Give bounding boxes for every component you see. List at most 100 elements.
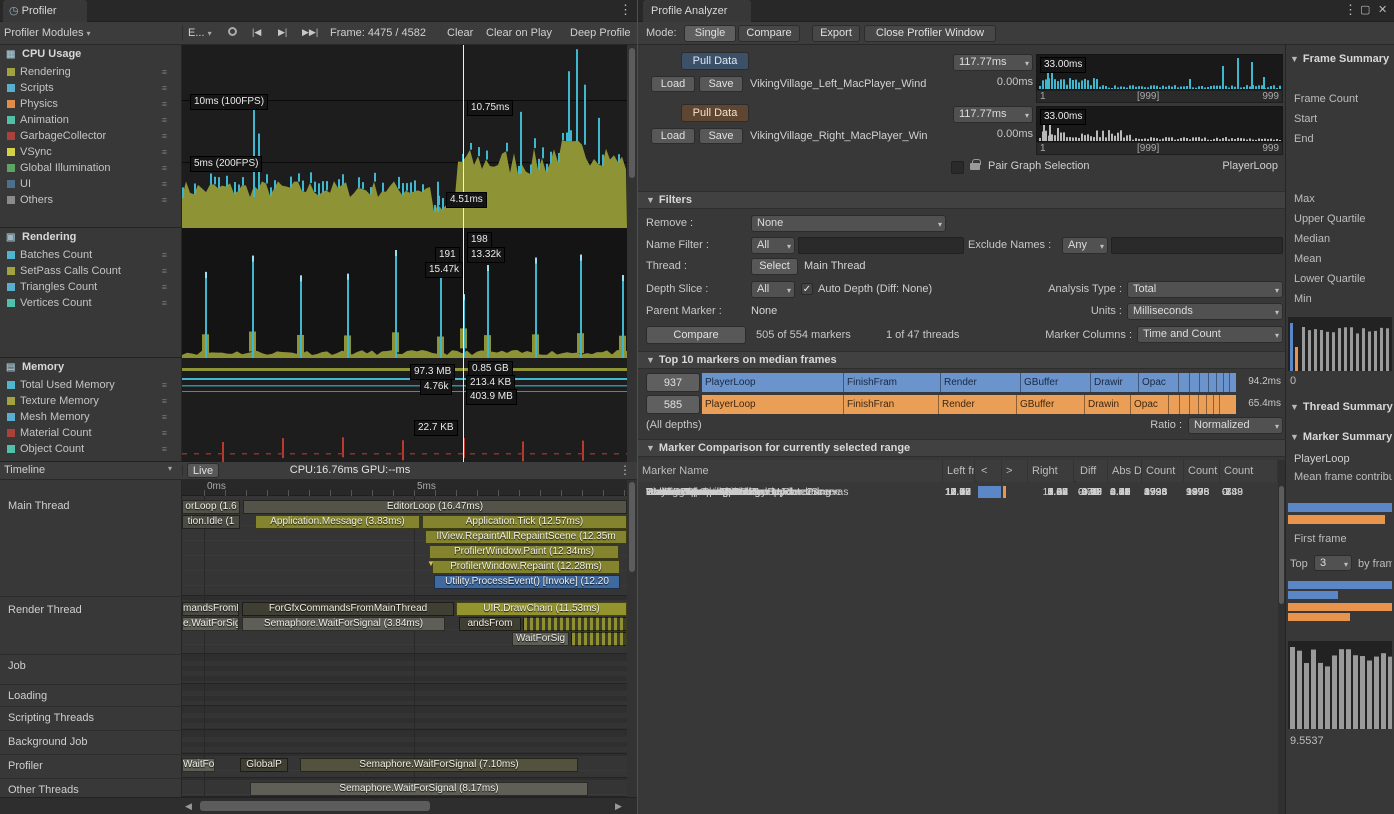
timeline-span[interactable]: [523, 617, 627, 631]
top10-segment[interactable]: Opac: [1131, 395, 1169, 414]
timeline-span[interactable]: Semaphore.WaitForSignal (8.17ms): [250, 782, 588, 796]
scrollbar-thumb[interactable]: [1279, 486, 1284, 604]
top10-segment[interactable]: Render: [941, 373, 1021, 392]
top10-segment[interactable]: PlayerLoop: [702, 395, 844, 414]
top10-segment[interactable]: [1217, 373, 1224, 392]
timeline-span[interactable]: Semaphore.WaitForSignal (7.10ms): [300, 758, 578, 772]
module-header[interactable]: ▣Rendering: [0, 228, 181, 247]
timeline-span[interactable]: GlobalP: [240, 758, 288, 772]
top10-segment[interactable]: GBuffer: [1021, 373, 1091, 392]
top10-segment[interactable]: [1209, 373, 1217, 392]
table-header-cell[interactable]: Count: [1142, 460, 1184, 482]
next-frame-button[interactable]: ▶|: [278, 27, 287, 38]
top10-segment[interactable]: Drawir: [1091, 373, 1139, 392]
top10-left-bar[interactable]: PlayerLoopFinishFramRenderGBufferDrawirO…: [702, 373, 1236, 392]
module-series-item[interactable]: VSync≡: [0, 144, 181, 160]
module-series-item[interactable]: Object Count≡: [0, 441, 181, 457]
top10-right-bar[interactable]: PlayerLoopFinishFranRenderGBufferDrawinO…: [702, 395, 1236, 414]
scrollbar-thumb[interactable]: [629, 482, 635, 572]
module-series-item[interactable]: Triangles Count≡: [0, 279, 181, 295]
current-frame-button[interactable]: ▶▶|: [302, 27, 318, 38]
window-menu-icon[interactable]: ⋮: [619, 2, 632, 18]
maximize-icon[interactable]: ▢: [1360, 3, 1370, 16]
table-header-cell[interactable]: Abs Diff: [1108, 460, 1142, 482]
thread-group-label[interactable]: Job: [8, 660, 26, 672]
top10-segment[interactable]: [1180, 395, 1190, 414]
clear-on-play-button[interactable]: Clear on Play: [486, 27, 552, 39]
timeline-span[interactable]: ProfilerWindow.Paint (12.34ms): [429, 545, 619, 559]
timeline-span[interactable]: IlView.RepaintAll.RepaintScene (12.35m: [425, 530, 627, 544]
frame-summary-histogram[interactable]: [1288, 317, 1392, 371]
module-header[interactable]: ▦CPU Usage: [0, 45, 181, 64]
editor-target-dropdown[interactable]: E... ▾: [188, 26, 224, 41]
depth-slice-dropdown[interactable]: All: [751, 281, 795, 298]
name-filter-input[interactable]: [798, 237, 964, 254]
table-header-cell[interactable]: Count: [1184, 460, 1220, 482]
exclude-names-input[interactable]: [1111, 237, 1283, 254]
top10-segment[interactable]: [1190, 373, 1200, 392]
scrollbar-thumb[interactable]: [629, 48, 635, 178]
timeline-span[interactable]: tion.Idle (1: [182, 515, 240, 529]
frame-summary-header[interactable]: ▼Frame Summary: [1290, 53, 1394, 65]
analysis-type-dropdown[interactable]: Total: [1127, 281, 1283, 298]
top10-segment[interactable]: [1199, 395, 1207, 414]
remove-dropdown[interactable]: None: [751, 215, 946, 232]
mode-compare-button[interactable]: Compare: [738, 25, 800, 42]
module-series-item[interactable]: Animation≡: [0, 112, 181, 128]
load-left-button[interactable]: Load: [651, 76, 695, 92]
exclude-mode-dropdown[interactable]: Any: [1062, 237, 1108, 254]
module-series-item[interactable]: Global Illumination≡: [0, 160, 181, 176]
top10-segment[interactable]: [1179, 373, 1190, 392]
left-total-time-dropdown[interactable]: 117.77ms: [953, 54, 1033, 71]
top10-segment[interactable]: [1207, 395, 1214, 414]
memory-chart-block[interactable]: 97.3 MB 4.76k 0.85 GB 213.4 KB 403.9 MB …: [182, 358, 627, 462]
mode-single-button[interactable]: Single: [684, 25, 736, 42]
timeline-view-dropdown[interactable]: Timeline ▾: [4, 464, 178, 476]
timeline-span[interactable]: mandsFromM: [182, 602, 239, 616]
module-series-item[interactable]: Texture Memory≡: [0, 393, 181, 409]
table-header-cell[interactable]: Right: [1028, 460, 1074, 482]
live-button[interactable]: Live: [187, 463, 219, 478]
clear-button[interactable]: Clear: [447, 27, 473, 39]
tab-profiler[interactable]: ◷ Profiler: [3, 0, 87, 22]
top10-section-header[interactable]: ▼Top 10 markers on median frames: [638, 351, 1285, 369]
module-series-item[interactable]: Vertices Count≡: [0, 295, 181, 311]
thread-group-label[interactable]: Profiler: [8, 760, 43, 772]
right-total-time-dropdown[interactable]: 117.77ms: [953, 106, 1033, 123]
timeline-ruler[interactable]: 0ms5ms: [182, 480, 627, 496]
timeline-span[interactable]: orLoop (1.6: [182, 500, 240, 514]
table-header-cell[interactable]: Left frame: [943, 460, 975, 482]
scroll-left-arrow-icon[interactable]: ◀: [185, 801, 192, 812]
rendering-chart-block[interactable]: 198 191 13.32k 15.47k: [182, 228, 627, 358]
analyzer-title-tab[interactable]: Profile Analyzer: [643, 0, 751, 22]
analyzer-menu-icon[interactable]: ⋮: [1344, 2, 1357, 18]
module-series-item[interactable]: SetPass Calls Count≡: [0, 263, 181, 279]
top10-segment[interactable]: FinishFran: [844, 395, 939, 414]
top10-segment[interactable]: GBuffer: [1017, 395, 1085, 414]
table-header-cell[interactable]: <: [977, 460, 1002, 482]
thread-group-label[interactable]: Other Threads: [8, 784, 79, 796]
module-header[interactable]: ▤Memory: [0, 358, 181, 377]
charts-scrollbar[interactable]: [627, 45, 637, 462]
top10-segment[interactable]: Render: [939, 395, 1017, 414]
timeline-span[interactable]: ForGfxCommandsFromMainThread: [242, 602, 454, 616]
save-left-button[interactable]: Save: [699, 76, 743, 92]
name-filter-mode-dropdown[interactable]: All: [751, 237, 795, 254]
scrollbar-thumb[interactable]: [200, 801, 430, 811]
top-n-dropdown[interactable]: 3: [1314, 555, 1352, 571]
module-series-item[interactable]: Others≡: [0, 192, 181, 208]
timeline-span[interactable]: WaitForSig: [512, 632, 569, 646]
timeline-span[interactable]: UIR.DrawChain (11.53ms): [456, 602, 627, 616]
timeline-span[interactable]: Utility.ProcessEvent() [Invoke] (12.20: [434, 575, 620, 589]
filters-section-header[interactable]: ▼Filters: [638, 191, 1285, 209]
units-dropdown[interactable]: Milliseconds: [1127, 303, 1283, 320]
export-button[interactable]: Export: [812, 25, 860, 42]
module-series-item[interactable]: Rendering≡: [0, 64, 181, 80]
top10-right-frame-index[interactable]: 585: [646, 395, 700, 414]
module-series-item[interactable]: GarbageCollector≡: [0, 128, 181, 144]
auto-depth-checkbox[interactable]: ✓: [801, 283, 813, 295]
save-right-button[interactable]: Save: [699, 128, 743, 144]
module-series-item[interactable]: Scripts≡: [0, 80, 181, 96]
timeline-canvas[interactable]: orLoop (1.6EditorLoop (16.47ms)tion.Idle…: [182, 496, 627, 797]
pull-data-right-button[interactable]: Pull Data: [681, 104, 749, 122]
